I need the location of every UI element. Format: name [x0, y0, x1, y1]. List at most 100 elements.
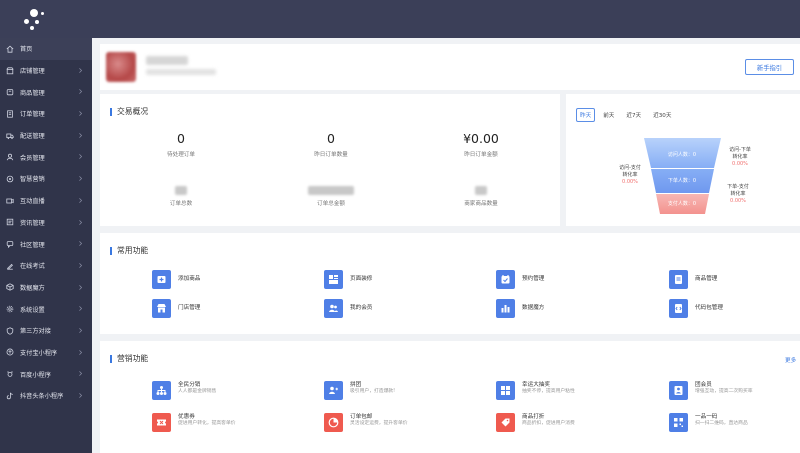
rate-title: 下单-支付	[727, 184, 749, 190]
sidebar-item-7[interactable]: 互动直播	[0, 190, 92, 212]
stat-total-amount: 订单总金额	[256, 186, 406, 207]
function-label: 商品管理	[695, 276, 718, 282]
chevron-right-icon	[79, 371, 83, 377]
function-label: 页面装修	[350, 276, 373, 282]
common-item-6[interactable]: 数据魔方	[496, 299, 544, 318]
sidebar-item-3[interactable]: 订单管理	[0, 103, 92, 125]
common-functions-title: 常用功能	[110, 247, 148, 255]
sidebar-item-14[interactable]: 支付宝小程序	[0, 342, 92, 364]
sidebar-item-12[interactable]: 系统设置	[0, 298, 92, 320]
stat-pending-orders: 0 待处理订单	[106, 131, 256, 158]
sidebar-item-8[interactable]: 资讯管理	[0, 212, 92, 234]
member-icon	[6, 153, 14, 161]
chevron-right-icon	[79, 241, 83, 247]
marketing-functions-title: 营销功能	[110, 355, 148, 363]
sidebar-item-label: 首页	[20, 46, 33, 54]
stat-value: 0	[177, 131, 185, 146]
tab-last-7-days[interactable]: 近7天	[622, 108, 645, 122]
tab-day-before[interactable]: 前天	[599, 108, 618, 122]
order-icon	[6, 110, 14, 118]
chart-icon	[496, 299, 515, 318]
sidebar-item-2[interactable]: 商品管理	[0, 81, 92, 103]
stat-label: 订单总金额	[317, 201, 345, 207]
page-design-icon	[324, 270, 343, 289]
stat-total-orders: 订单总数	[106, 186, 256, 207]
rate-value: 0.00%	[622, 179, 638, 185]
stat-value-blurred	[308, 186, 354, 195]
goods-icon	[6, 88, 14, 96]
function-desc: 扫一扫二维码，直达商品	[695, 421, 748, 426]
marketing-item-7[interactable]: 一品一码 扫一扫二维码，直达商品	[669, 413, 753, 432]
avatar[interactable]	[106, 52, 136, 82]
stat-value-blurred	[175, 186, 187, 195]
marketing-item-6[interactable]: 商品打折 商品折扣，促进用户消费	[496, 413, 580, 432]
sidebar-item-5[interactable]: 会员管理	[0, 146, 92, 168]
common-item-0[interactable]: 添加商品	[152, 270, 200, 289]
function-label: 预约管理	[522, 276, 545, 282]
stat-label: 商家商品数量	[464, 201, 498, 207]
sidebar-item-label: 支付宝小程序	[20, 349, 58, 357]
sidebar-item-label: 百度小程序	[20, 371, 51, 379]
sidebar-item-16[interactable]: 抖音头条小程序	[0, 385, 92, 407]
shop-header: 新手指引	[100, 44, 800, 90]
rate-subtitle: 转化率	[732, 154, 748, 160]
function-label: 团会员	[695, 382, 712, 388]
sidebar-item-label: 第三方对接	[20, 328, 51, 336]
common-item-4[interactable]: 门店管理	[152, 299, 200, 318]
function-label: 一品一码	[695, 414, 718, 420]
common-item-1[interactable]: 页面装修	[324, 270, 372, 289]
lottery-icon	[496, 381, 515, 400]
marketing-item-0[interactable]: 全民分销 人人都是金牌销售	[152, 381, 236, 400]
chevron-right-icon	[79, 219, 83, 225]
goods-manage-icon	[669, 270, 688, 289]
sidebar-item-15[interactable]: 百度小程序	[0, 363, 92, 385]
stat-value-blurred	[475, 186, 487, 195]
chevron-right-icon	[79, 67, 83, 73]
marketing-item-3[interactable]: 团会员 增强互动，提高二次购买率	[669, 381, 753, 400]
sidebar-item-1[interactable]: 店铺管理	[0, 60, 92, 82]
tab-last-30-days[interactable]: 近30天	[649, 108, 675, 122]
function-label: 全民分销	[178, 382, 201, 388]
logo[interactable]	[22, 6, 52, 32]
guide-button[interactable]: 新手指引	[745, 59, 794, 75]
marketing-item-4[interactable]: 优惠券 促进用户转化，提高客单价	[152, 413, 236, 432]
funnel-label-visit: 访问人数：0	[667, 152, 697, 158]
delivery-icon	[6, 132, 14, 140]
function-label: 幸运大抽奖	[522, 382, 550, 388]
function-desc: 抽奖不停，提高用户粘性	[522, 389, 575, 394]
rate-title: 访问-下单	[729, 147, 751, 153]
qrcode-icon	[669, 413, 688, 432]
common-item-3[interactable]: 商品管理	[669, 270, 717, 289]
rate-subtitle: 转化率	[622, 172, 638, 178]
chevron-right-icon	[79, 132, 83, 138]
sidebar: 首页店铺管理 商品管理 订单管理 配送管理会员管理智慧营销 互动直播 资讯管理 社区管理 在线…	[0, 38, 92, 453]
function-desc: 商品折扣，促进用户消费	[522, 421, 575, 426]
vip-icon	[324, 299, 343, 318]
funnel-label-order: 下单人数：0	[667, 178, 697, 184]
marketing-item-5[interactable]: 订单包邮 灵活设定运费，提升客单价	[324, 413, 408, 432]
function-label: 代码包管理	[695, 305, 723, 311]
marketing-item-1[interactable]: 拼团 吸引用户，打造爆款!	[324, 381, 408, 400]
sidebar-item-10[interactable]: 在线考试	[0, 255, 92, 277]
common-item-5[interactable]: 我的会员	[324, 299, 372, 318]
function-label: 数据魔方	[522, 305, 545, 311]
stat-label: 昨日订单数量	[314, 152, 348, 158]
shop-name-blurred	[146, 56, 188, 65]
store-icon	[6, 66, 14, 75]
more-link[interactable]: 更多	[785, 356, 796, 364]
top-bar	[0, 0, 800, 38]
sidebar-item-13[interactable]: 第三方对接	[0, 320, 92, 342]
common-item-2[interactable]: 预约管理	[496, 270, 544, 289]
stat-label: 订单总数	[169, 201, 193, 207]
common-item-7[interactable]: 代码包管理	[669, 299, 723, 318]
function-label: 订单包邮	[350, 414, 373, 420]
marketing-item-2[interactable]: 幸运大抽奖 抽奖不停，提高用户粘性	[496, 381, 580, 400]
sidebar-item-label: 会员管理	[20, 154, 45, 162]
tab-yesterday[interactable]: 昨天	[576, 108, 596, 122]
sidebar-item-4[interactable]: 配送管理	[0, 125, 92, 147]
sidebar-item-11[interactable]: 数据魔方	[0, 277, 92, 299]
function-label: 拼团	[350, 382, 362, 388]
sidebar-item-6[interactable]: 智慧营销	[0, 168, 92, 190]
sidebar-item-0[interactable]: 首页	[0, 38, 92, 60]
sidebar-item-9[interactable]: 社区管理	[0, 233, 92, 255]
